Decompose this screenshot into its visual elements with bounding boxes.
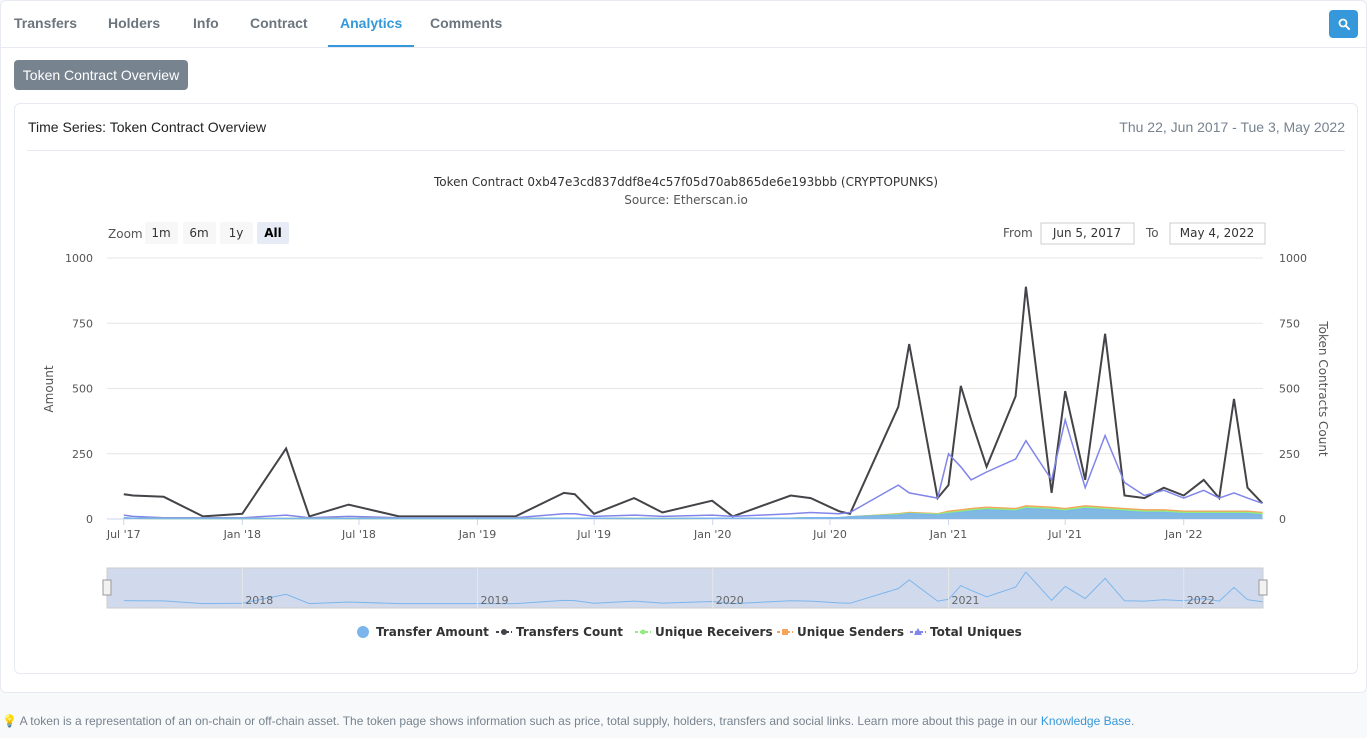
from-date-input[interactable]: Jun 5, 2017 (1052, 226, 1121, 240)
from-label: From (1003, 226, 1033, 240)
lightbulb-icon: 💡 (2, 714, 17, 728)
search-button[interactable] (1329, 10, 1358, 38)
tab-holders[interactable]: Holders (108, 15, 160, 31)
tab-comments[interactable]: Comments (430, 15, 502, 31)
zoom-6m-button[interactable]: 6m (189, 226, 208, 240)
tab-bar: Transfers Holders Info Contract Analytic… (1, 1, 1366, 48)
zoom-1y-button[interactable]: 1y (229, 226, 244, 240)
tab-analytics[interactable]: Analytics (340, 15, 402, 31)
tab-contract[interactable]: Contract (250, 15, 308, 31)
to-date-input[interactable]: May 4, 2022 (1180, 226, 1254, 240)
to-label: To (1145, 226, 1159, 240)
footer-period: . (1130, 714, 1135, 728)
tab-info[interactable]: Info (193, 15, 219, 31)
search-icon (1338, 18, 1350, 30)
footer-text: A token is a representation of an on-cha… (19, 714, 1038, 728)
footer-note: 💡 A token is a representation of an on-c… (2, 714, 1134, 728)
chart-panel: Time Series: Token Contract Overview Thu… (14, 103, 1358, 674)
token-card: Transfers Holders Info Contract Analytic… (0, 0, 1367, 693)
knowledge-base-link[interactable]: Knowledge Base (1041, 714, 1131, 728)
zoom-1m-button[interactable]: 1m (151, 226, 170, 240)
token-contract-overview-button[interactable]: Token Contract Overview (14, 60, 188, 90)
panel-divider (27, 150, 1345, 151)
chart-subtitle: Source: Etherscan.io (624, 193, 748, 207)
active-tab-indicator (328, 45, 414, 47)
panel-date-range: Thu 22, Jun 2017 - Tue 3, May 2022 (1119, 119, 1345, 135)
tab-transfers[interactable]: Transfers (14, 15, 77, 31)
panel-title: Time Series: Token Contract Overview (28, 119, 267, 135)
zoom-label: Zoom (108, 227, 143, 241)
chart-title: Token Contract 0xb47e3cd837ddf8e4c57f05d… (433, 175, 939, 189)
zoom-all-button[interactable]: All (264, 226, 282, 240)
